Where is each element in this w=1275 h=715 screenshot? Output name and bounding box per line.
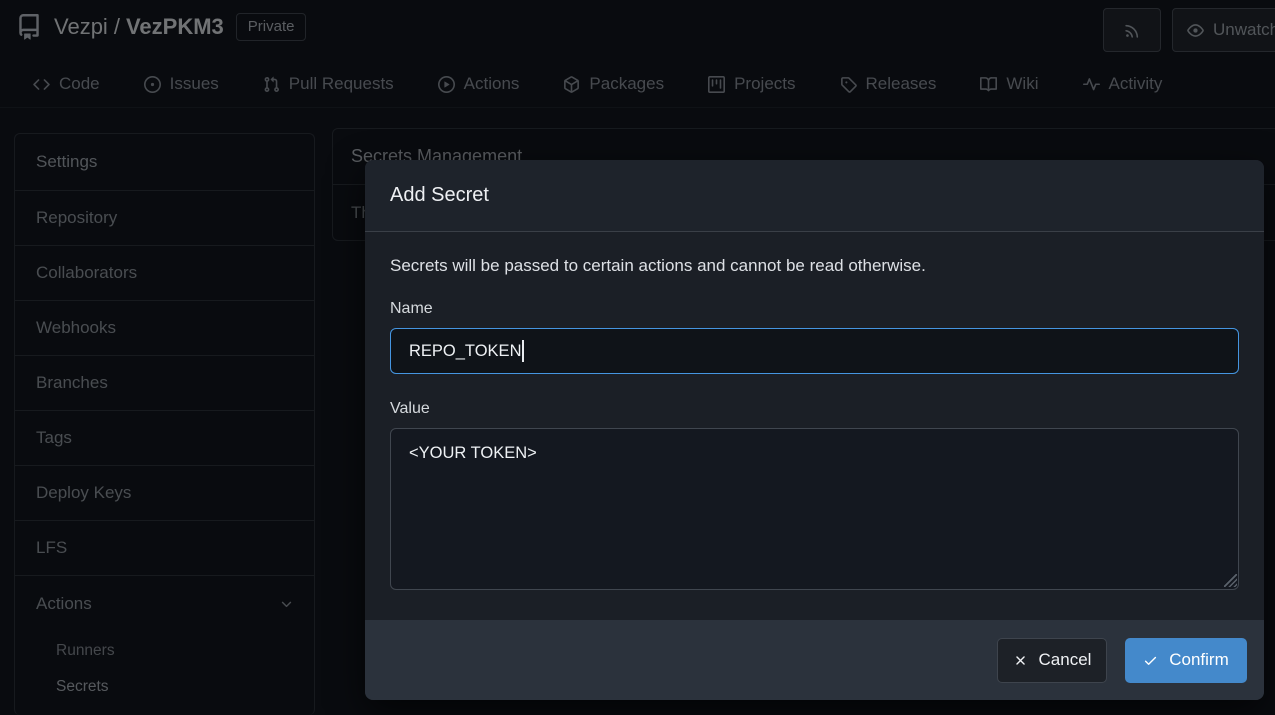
modal-body: Secrets will be passed to certain action… (365, 232, 1264, 620)
add-secret-modal: Add Secret Secrets will be passed to cer… (365, 160, 1264, 700)
cancel-label: Cancel (1039, 650, 1092, 670)
secret-name-input[interactable]: REPO_TOKEN (390, 328, 1239, 374)
x-icon (1013, 650, 1028, 670)
text-cursor (522, 340, 524, 362)
modal-header: Add Secret (365, 160, 1264, 232)
value-field-label: Value (390, 400, 1239, 418)
confirm-button[interactable]: Confirm (1125, 638, 1247, 683)
secret-value-textarea[interactable]: <YOUR TOKEN> (390, 428, 1239, 590)
modal-description: Secrets will be passed to certain action… (390, 256, 1239, 276)
secret-name-value: REPO_TOKEN (409, 342, 521, 361)
check-icon (1143, 650, 1158, 670)
name-field-label: Name (390, 300, 1239, 318)
confirm-label: Confirm (1169, 650, 1229, 670)
cancel-button[interactable]: Cancel (997, 638, 1107, 683)
modal-title: Add Secret (390, 184, 489, 207)
modal-footer: Cancel Confirm (365, 620, 1264, 700)
